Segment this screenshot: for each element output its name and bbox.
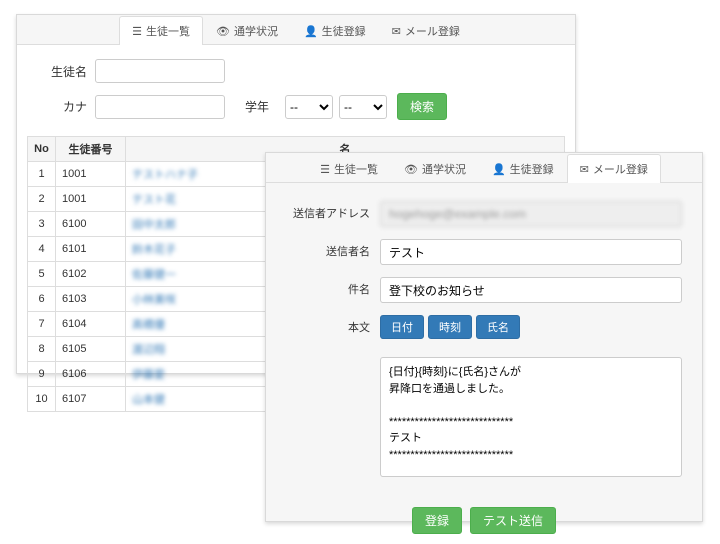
tabbar-back: ☰ 生徒一覧 👁 通学状況 👤 生徒登録 ✉ メール登録 xyxy=(17,15,575,45)
insert-date-button[interactable]: 日付 xyxy=(380,315,424,339)
tab-register[interactable]: 👤 生徒登録 xyxy=(479,154,567,183)
cell-no: 6 xyxy=(28,287,56,312)
tab-label: 通学状況 xyxy=(422,161,466,177)
body-textarea[interactable]: {日付}{時刻}に{氏名}さんが 昇降口を通過しました。 ***********… xyxy=(380,357,682,477)
tabbar-front: ☰ 生徒一覧 👁 通学状況 👤 生徒登録 ✉ メール登録 xyxy=(266,153,702,183)
student-name-link[interactable]: 佐藤健一 xyxy=(132,266,176,282)
cell-id: 1001 xyxy=(56,187,126,212)
name-input[interactable] xyxy=(95,59,225,83)
grade-label: 学年 xyxy=(245,98,269,115)
tab-label: 生徒登録 xyxy=(322,23,366,39)
cell-id: 6104 xyxy=(56,312,126,337)
addr-field xyxy=(380,201,682,227)
cell-no: 1 xyxy=(28,162,56,187)
mail-form: 送信者アドレス 送信者名 件名 本文 日付 時刻 氏名 {日付}{時刻}に{氏名… xyxy=(266,183,702,497)
student-name-link[interactable]: 渡辺翔 xyxy=(132,341,165,357)
insert-time-button[interactable]: 時刻 xyxy=(428,315,472,339)
cell-id: 6102 xyxy=(56,262,126,287)
user-icon: 👤 xyxy=(492,163,506,176)
mail-icon: ✉ xyxy=(392,25,401,38)
cell-no: 3 xyxy=(28,212,56,237)
window-mail-register: ☰ 生徒一覧 👁 通学状況 👤 生徒登録 ✉ メール登録 送信者アドレス 送信者… xyxy=(265,152,703,522)
tab-attendance[interactable]: 👁 通学状況 xyxy=(391,154,479,183)
tab-label: メール登録 xyxy=(405,23,460,39)
tab-label: 生徒一覧 xyxy=(334,161,378,177)
tab-students[interactable]: ☰ 生徒一覧 xyxy=(119,16,203,45)
search-form: 生徒名 カナ 学年 -- -- 検索 xyxy=(17,45,575,136)
mail-icon: ✉ xyxy=(580,163,589,176)
insert-name-button[interactable]: 氏名 xyxy=(476,315,520,339)
kana-input[interactable] xyxy=(95,95,225,119)
cell-id: 6103 xyxy=(56,287,126,312)
cell-id: 6107 xyxy=(56,387,126,412)
tab-register[interactable]: 👤 生徒登録 xyxy=(291,16,379,45)
student-name-link[interactable]: 小林美咲 xyxy=(132,291,176,307)
kana-label: カナ xyxy=(37,98,87,115)
cell-no: 5 xyxy=(28,262,56,287)
cell-no: 7 xyxy=(28,312,56,337)
footer-buttons: 登録 テスト送信 xyxy=(266,497,702,544)
tab-students[interactable]: ☰ 生徒一覧 xyxy=(307,154,391,183)
cell-id: 1001 xyxy=(56,162,126,187)
student-name-link[interactable]: テストハナ子 xyxy=(132,166,198,182)
save-button[interactable]: 登録 xyxy=(412,507,462,534)
cell-no: 4 xyxy=(28,237,56,262)
eye-icon: 👁 xyxy=(216,25,230,38)
tab-mail[interactable]: ✉ メール登録 xyxy=(567,154,661,183)
sender-label: 送信者名 xyxy=(286,239,370,259)
tab-label: 生徒登録 xyxy=(510,161,554,177)
tab-label: 通学状況 xyxy=(234,23,278,39)
grade-select-1[interactable]: -- xyxy=(285,95,333,119)
user-icon: 👤 xyxy=(304,25,318,38)
grade-select-2[interactable]: -- xyxy=(339,95,387,119)
student-name-link[interactable]: テスト花 xyxy=(132,191,176,207)
cell-no: 9 xyxy=(28,362,56,387)
cell-no: 10 xyxy=(28,387,56,412)
tab-label: メール登録 xyxy=(593,161,648,177)
list-icon: ☰ xyxy=(132,25,142,38)
name-label: 生徒名 xyxy=(37,63,87,80)
cell-id: 6100 xyxy=(56,212,126,237)
search-button[interactable]: 検索 xyxy=(397,93,447,120)
col-id: 生徒番号 xyxy=(56,137,126,162)
tab-label: 生徒一覧 xyxy=(146,23,190,39)
cell-id: 6106 xyxy=(56,362,126,387)
eye-icon: 👁 xyxy=(404,163,418,176)
subject-field[interactable] xyxy=(380,277,682,303)
cell-id: 6101 xyxy=(56,237,126,262)
body-label: 本文 xyxy=(286,315,370,335)
addr-label: 送信者アドレス xyxy=(286,201,370,221)
col-no: No xyxy=(28,137,56,162)
cell-no: 8 xyxy=(28,337,56,362)
student-name-link[interactable]: 山本健 xyxy=(132,391,165,407)
subject-label: 件名 xyxy=(286,277,370,297)
student-name-link[interactable]: 伊藤愛 xyxy=(132,366,165,382)
list-icon: ☰ xyxy=(320,163,330,176)
tab-mail[interactable]: ✉ メール登録 xyxy=(379,16,473,45)
body-label-spacer xyxy=(286,357,370,361)
sender-field[interactable] xyxy=(380,239,682,265)
student-name-link[interactable]: 田中太郎 xyxy=(132,216,176,232)
student-name-link[interactable]: 鈴木花子 xyxy=(132,241,176,257)
test-send-button[interactable]: テスト送信 xyxy=(470,507,556,534)
tab-attendance[interactable]: 👁 通学状況 xyxy=(203,16,291,45)
cell-id: 6105 xyxy=(56,337,126,362)
student-name-link[interactable]: 高橋優 xyxy=(132,316,165,332)
cell-no: 2 xyxy=(28,187,56,212)
